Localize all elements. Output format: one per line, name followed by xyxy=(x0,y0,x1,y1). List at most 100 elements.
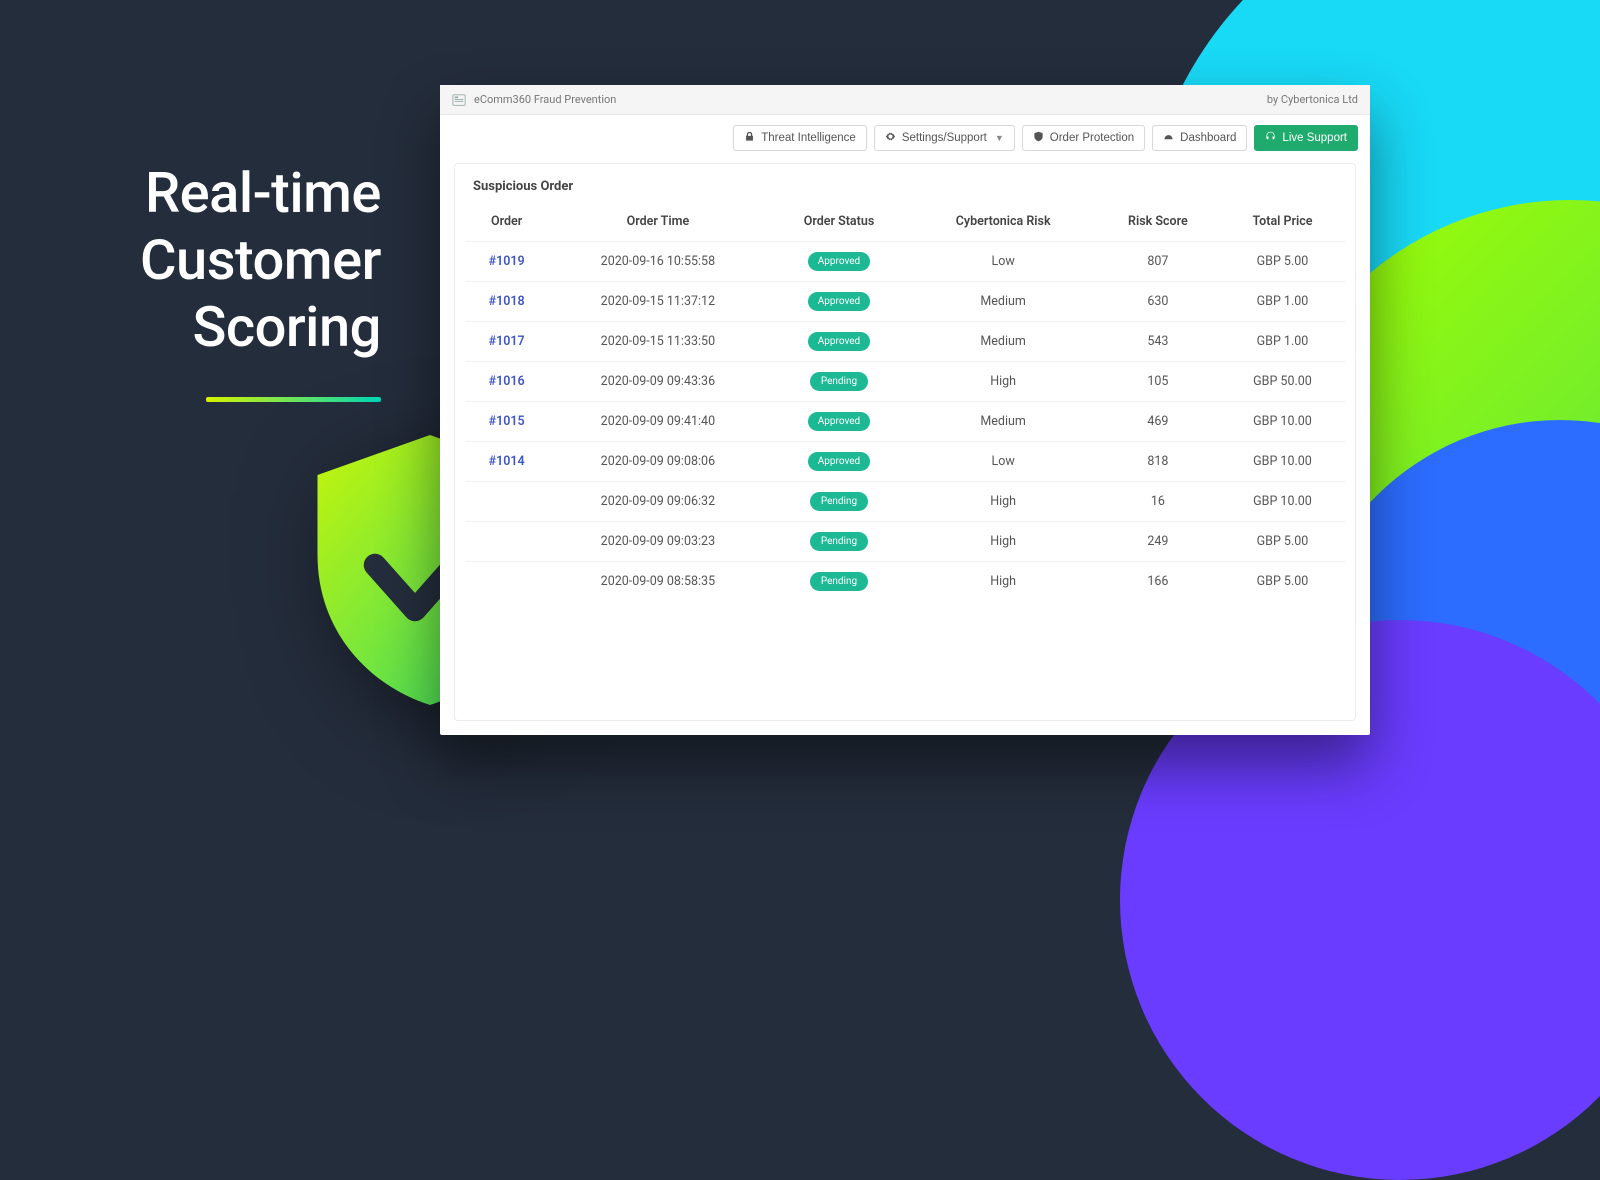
cell-time: 2020-09-09 09:06:32 xyxy=(548,482,767,522)
table-row: #10182020-09-15 11:37:12ApprovedMedium63… xyxy=(465,282,1345,322)
cell-score: 105 xyxy=(1096,362,1220,402)
headset-icon xyxy=(1265,131,1276,145)
cell-time: 2020-09-09 08:58:35 xyxy=(548,562,767,602)
hero-underline xyxy=(206,397,381,402)
live-support-button[interactable]: Live Support xyxy=(1254,125,1358,151)
cell-status: Approved xyxy=(767,442,910,482)
col-score: Risk Score xyxy=(1096,204,1220,242)
cell-status: Pending xyxy=(767,362,910,402)
cell-status: Pending xyxy=(767,562,910,602)
cell-risk: Medium xyxy=(911,282,1096,322)
order-link[interactable]: #1018 xyxy=(489,294,525,309)
cell-order xyxy=(465,482,548,522)
chevron-down-icon: ▼ xyxy=(995,133,1004,143)
settings-support-label: Settings/Support xyxy=(902,132,987,144)
cell-total: GBP 1.00 xyxy=(1220,322,1345,362)
cell-risk: High xyxy=(911,522,1096,562)
cell-score: 807 xyxy=(1096,242,1220,282)
status-badge: Pending xyxy=(810,572,868,591)
table-row: #10152020-09-09 09:41:40ApprovedMedium46… xyxy=(465,402,1345,442)
table-scroll[interactable]: Order Order Time Order Status Cybertonic… xyxy=(455,204,1355,720)
app-byline: by Cybertonica Ltd xyxy=(1267,93,1358,106)
col-order: Order xyxy=(465,204,548,242)
order-link[interactable]: #1019 xyxy=(489,254,525,269)
cell-score: 818 xyxy=(1096,442,1220,482)
cell-status: Approved xyxy=(767,282,910,322)
col-order-status: Order Status xyxy=(767,204,910,242)
cell-time: 2020-09-09 09:08:06 xyxy=(548,442,767,482)
status-badge: Pending xyxy=(810,372,868,391)
order-link[interactable]: #1017 xyxy=(489,334,525,349)
status-badge: Approved xyxy=(808,412,870,431)
cell-total: GBP 5.00 xyxy=(1220,522,1345,562)
order-link[interactable]: #1015 xyxy=(489,414,525,429)
cell-total: GBP 1.00 xyxy=(1220,282,1345,322)
hero-line-1: Real-time xyxy=(145,160,381,226)
cell-order: #1015 xyxy=(465,402,548,442)
settings-support-button[interactable]: Settings/Support ▼ xyxy=(874,125,1015,151)
app-window: eComm360 Fraud Prevention by Cybertonica… xyxy=(440,85,1370,735)
cell-score: 630 xyxy=(1096,282,1220,322)
cell-score: 469 xyxy=(1096,402,1220,442)
cell-time: 2020-09-15 11:33:50 xyxy=(548,322,767,362)
orders-table: Order Order Time Order Status Cybertonic… xyxy=(465,204,1345,601)
cell-order xyxy=(465,562,548,602)
hero-line-3: Scoring xyxy=(192,294,380,360)
dashboard-label: Dashboard xyxy=(1180,132,1236,144)
table-row: 2020-09-09 09:06:32 Pending High16GBP 10.0… xyxy=(465,482,1345,522)
cell-order xyxy=(465,522,548,562)
hero-title: Real-time Customer Scoring xyxy=(140,160,381,362)
cell-risk: Low xyxy=(911,242,1096,282)
cell-risk: High xyxy=(911,362,1096,402)
cell-order: #1014 xyxy=(465,442,548,482)
order-link[interactable]: #1016 xyxy=(489,374,525,389)
dashboard-button[interactable]: Dashboard xyxy=(1152,125,1247,151)
threat-intelligence-button[interactable]: Threat Intelligence xyxy=(733,125,867,151)
col-order-time: Order Time xyxy=(548,204,767,242)
table-row: #1017 2020-09-15 11:33:50 Approved Medium54… xyxy=(465,322,1345,362)
live-support-label: Live Support xyxy=(1282,132,1347,144)
cell-risk: High xyxy=(911,562,1096,602)
col-risk: Cybertonica Risk xyxy=(911,204,1096,242)
cell-score: 249 xyxy=(1096,522,1220,562)
gear-icon xyxy=(885,131,896,145)
cell-status: Approved xyxy=(767,322,910,362)
order-link[interactable]: #1014 xyxy=(489,454,525,469)
order-protection-button[interactable]: Order Protection xyxy=(1022,125,1145,151)
cell-score: 543 xyxy=(1096,322,1220,362)
hero-line-2: Customer xyxy=(140,227,381,293)
app-icon xyxy=(452,93,466,107)
cell-order: #1019 xyxy=(465,242,548,282)
cell-order: #1018 xyxy=(465,282,548,322)
cell-score: 166 xyxy=(1096,562,1220,602)
suspicious-orders-card: Suspicious Order Order Order Time Order … xyxy=(454,163,1356,721)
cell-status: Approved xyxy=(767,402,910,442)
cell-time: 2020-09-09 09:41:40 xyxy=(548,402,767,442)
card-title: Suspicious Order xyxy=(455,164,1355,204)
cell-total: GBP 10.00 xyxy=(1220,482,1345,522)
status-badge: Pending xyxy=(810,492,868,511)
status-badge: Approved xyxy=(808,332,870,351)
status-badge: Approved xyxy=(808,452,870,471)
cell-total: GBP 10.00 xyxy=(1220,442,1345,482)
cell-risk: Medium xyxy=(911,322,1096,362)
status-badge: Approved xyxy=(808,292,870,311)
col-total: Total Price xyxy=(1220,204,1345,242)
table-row: 2020-09-09 09:03:23PendingHigh249GBP 5.0… xyxy=(465,522,1345,562)
cell-status: Pending xyxy=(767,522,910,562)
cell-total: GBP 50.00 xyxy=(1220,362,1345,402)
hero-copy: Real-time Customer Scoring xyxy=(140,160,381,402)
toolbar: Threat Intelligence Settings/Support ▼ O… xyxy=(440,115,1370,157)
order-protection-label: Order Protection xyxy=(1050,132,1134,144)
gauge-icon xyxy=(1163,131,1174,145)
table-row: #10192020-09-16 10:55:58ApprovedLow807GB… xyxy=(465,242,1345,282)
cell-risk: High xyxy=(911,482,1096,522)
cell-risk: Low xyxy=(911,442,1096,482)
table-row: #10162020-09-09 09:43:36PendingHigh105GB… xyxy=(465,362,1345,402)
table-header-row: Order Order Time Order Status Cybertonic… xyxy=(465,204,1345,242)
cell-total: GBP 10.00 xyxy=(1220,402,1345,442)
status-badge: Approved xyxy=(808,252,870,271)
cell-score: 16 xyxy=(1096,482,1220,522)
shield-icon xyxy=(1033,131,1044,145)
cell-status: Pending xyxy=(767,482,910,522)
